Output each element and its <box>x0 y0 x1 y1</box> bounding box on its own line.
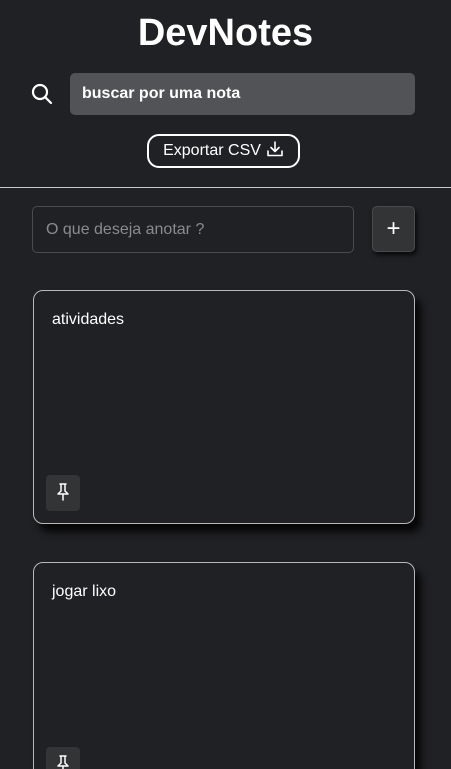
note-card[interactable]: jogar lixo <box>33 562 415 769</box>
pin-note-button[interactable] <box>46 475 80 511</box>
search-icon[interactable] <box>30 82 54 106</box>
header-divider <box>0 187 451 188</box>
export-csv-label: Exportar CSV <box>163 142 261 159</box>
note-text: jogar lixo <box>52 583 117 600</box>
pin-icon <box>53 482 73 505</box>
pin-note-button[interactable] <box>46 747 80 769</box>
search-input[interactable] <box>70 73 415 115</box>
app-root: DevNotes Exportar CSV + atividades <box>0 0 451 769</box>
export-csv-button[interactable]: Exportar CSV <box>147 134 300 168</box>
note-card[interactable]: atividades <box>33 290 415 524</box>
new-note-input[interactable] <box>32 206 354 253</box>
app-title: DevNotes <box>137 12 314 54</box>
add-note-button[interactable]: + <box>372 206 415 252</box>
note-text: atividades <box>52 311 125 328</box>
pin-icon <box>53 754 73 769</box>
download-icon <box>266 140 284 163</box>
